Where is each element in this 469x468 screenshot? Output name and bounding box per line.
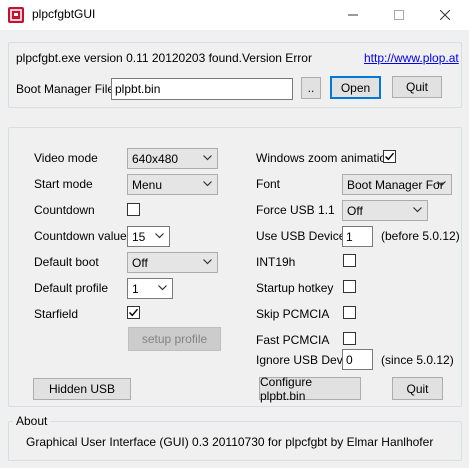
default-boot-value: Off (132, 256, 148, 270)
default-profile-label: Default profile (34, 281, 109, 295)
chevron-down-icon (203, 259, 212, 265)
boot-manager-label: Boot Manager File (16, 82, 115, 96)
about-legend: About (13, 414, 51, 428)
version-text: plpcfgbt.exe version 0.11 20120203 found… (16, 51, 312, 65)
video-mode-label: Video mode (34, 151, 98, 165)
use-usb-device-label: Use USB Device (256, 229, 346, 243)
zoom-animation-label: Windows zoom animation (256, 151, 393, 165)
font-select[interactable]: Boot Manager For (342, 174, 452, 195)
chevron-down-icon (437, 181, 446, 187)
hidden-usb-button[interactable]: Hidden USB (33, 378, 131, 400)
use-usb-device-note: (before 5.0.12) (381, 229, 460, 243)
about-text: Graphical User Interface (GUI) 0.3 20110… (26, 435, 434, 449)
countdown-value-label: Countdown value (34, 229, 127, 243)
font-label: Font (256, 177, 281, 191)
chevron-down-icon (413, 207, 422, 213)
countdown-checkbox[interactable] (127, 203, 140, 216)
start-mode-value: Menu (132, 178, 163, 192)
ignore-usb-devs-input[interactable]: 0 (342, 349, 373, 370)
ignore-usb-devs-note: (since 5.0.12) (381, 353, 454, 367)
start-mode-label: Start mode (34, 177, 93, 191)
starfield-checkbox[interactable] (127, 306, 140, 319)
force-usb-value: Off (347, 204, 363, 218)
startup-hotkey-checkbox[interactable] (343, 280, 356, 293)
minimize-button[interactable] (330, 0, 376, 30)
startup-hotkey-label: Startup hotkey (256, 281, 334, 295)
default-boot-select[interactable]: Off (127, 252, 218, 273)
fast-pcmcia-checkbox[interactable] (343, 332, 356, 345)
default-profile-select[interactable]: 1 (127, 278, 173, 299)
force-usb-label: Force USB 1.1 (256, 203, 335, 217)
zoom-animation-checkbox[interactable] (383, 150, 396, 163)
force-usb-select[interactable]: Off (342, 200, 428, 221)
open-button[interactable]: Open (330, 76, 381, 99)
setup-profile-button[interactable]: setup profile (128, 327, 221, 351)
chevron-down-icon (203, 155, 212, 161)
skip-pcmcia-checkbox[interactable] (343, 306, 356, 319)
skip-pcmcia-label: Skip PCMCIA (256, 307, 330, 321)
starfield-label: Starfield (34, 307, 79, 321)
app-icon (8, 7, 24, 23)
checkmark-icon (385, 152, 395, 161)
boot-manager-file-input[interactable]: plpbt.bin (111, 78, 293, 100)
use-usb-device-input[interactable]: 1 (342, 226, 373, 247)
quit-top-button[interactable]: Quit (392, 76, 442, 98)
maximize-button[interactable] (376, 0, 422, 30)
default-profile-value: 1 (132, 282, 139, 296)
plop-link[interactable]: http://www.plop.at (364, 51, 459, 65)
fast-pcmcia-label: Fast PCMCIA (256, 333, 330, 347)
ignore-usb-devs-label: Ignore USB Devs (256, 353, 349, 367)
configure-button[interactable]: Configure plpbt.bin (259, 375, 361, 403)
video-mode-value: 640x480 (132, 152, 179, 166)
maximize-icon (394, 10, 404, 20)
start-mode-select[interactable]: Menu (127, 174, 218, 195)
countdown-value-select[interactable]: 15 (127, 226, 170, 247)
close-icon (440, 10, 450, 20)
close-button[interactable] (422, 0, 468, 30)
countdown-label: Countdown (34, 203, 95, 217)
minimize-icon (348, 14, 358, 16)
font-value: Boot Manager For (347, 178, 444, 192)
default-boot-label: Default boot (34, 255, 99, 269)
chevron-down-icon (155, 233, 164, 239)
chevron-down-icon (158, 285, 167, 291)
int19h-label: INT19h (256, 255, 296, 269)
checkmark-icon (129, 308, 139, 317)
int19h-checkbox[interactable] (343, 254, 356, 267)
countdown-value: 15 (132, 230, 146, 244)
video-mode-select[interactable]: 640x480 (127, 148, 218, 169)
window-title: plpcfgbtGUI (32, 7, 96, 21)
chevron-down-icon (203, 181, 212, 187)
browse-button[interactable]: .. (301, 77, 321, 99)
quit-bottom-button[interactable]: Quit (392, 377, 443, 400)
